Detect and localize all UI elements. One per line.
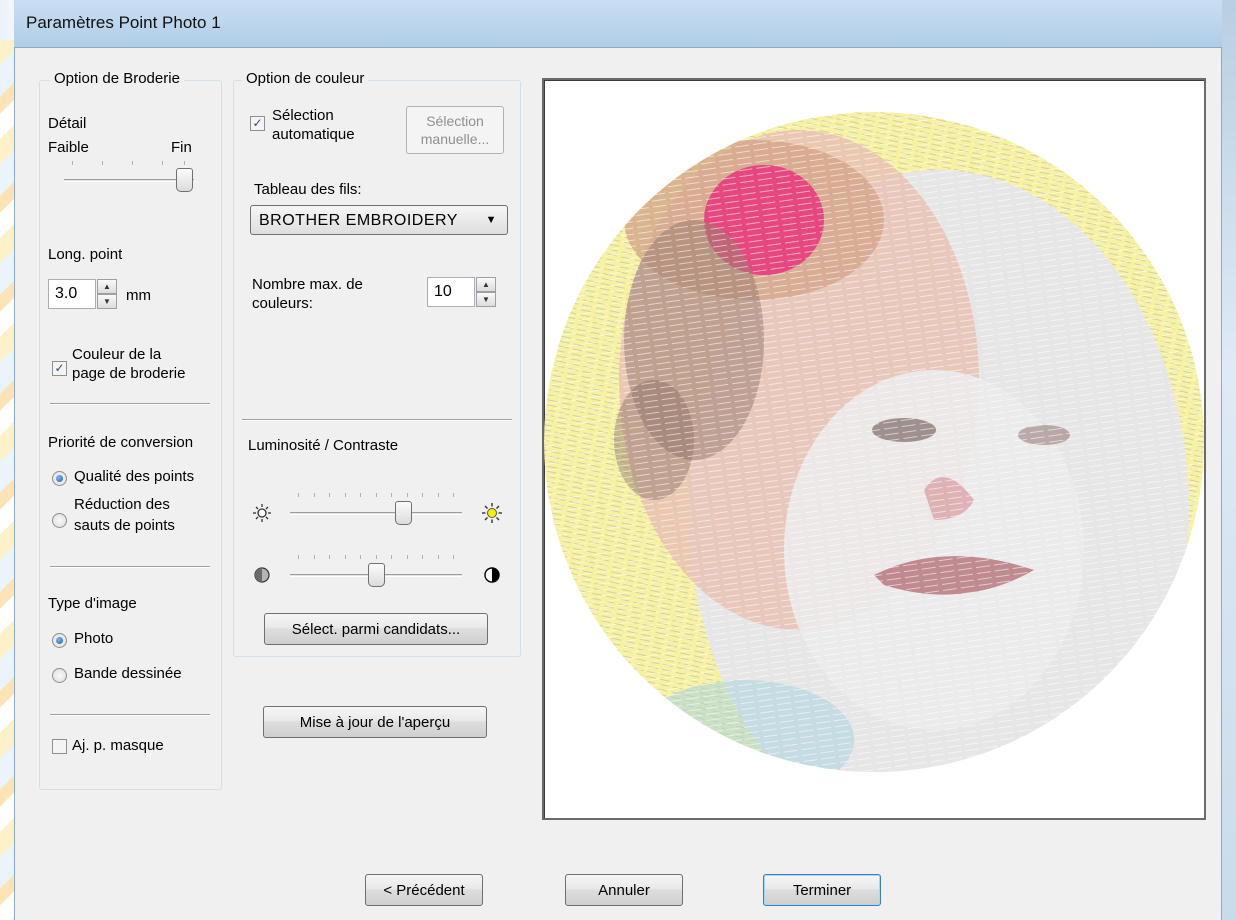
detail-slider-thumb[interactable] [176,168,193,192]
slider-tick [406,555,408,559]
slider-tick [313,493,315,497]
image-type-photo-radio[interactable] [52,633,67,648]
brightness-slider[interactable] [290,491,462,531]
slider-tick [391,493,392,497]
slider-tick [298,555,299,559]
manual-selection-line1: Sélection [426,113,484,129]
slider-tick [102,161,103,165]
previous-button[interactable]: < Précédent [365,874,483,906]
slider-tick [437,555,439,559]
priority-quality-radio[interactable] [52,471,67,486]
slider-tick [329,493,330,497]
detail-slider[interactable] [64,161,194,201]
add-mask-label: Aj. p. masque [72,737,164,754]
detail-high-label: Fin [171,139,192,156]
stitch-length-spinner[interactable]: ▲ ▼ [97,279,117,309]
detail-label: Détail [48,115,87,132]
slider-tick [132,161,133,165]
conversion-priority-label: Priorité de conversion [48,434,194,451]
background-decoration-left [0,40,14,920]
priority-jumps-label: Réduction des sauts de points [74,496,175,534]
checkmark-icon: ✓ [54,361,65,375]
page-color-label: Couleur de la page de broderie [72,346,186,382]
color-option-group: Option de couleur ✓ Sélection automatiqu… [233,70,521,657]
max-colors-input[interactable]: 10 [427,277,475,307]
slider-tick [184,161,185,165]
slider-tick [344,555,346,559]
contrast-high-icon [484,567,500,583]
photo-stitch-dialog: Option de Broderie Détail Faible Fin Lon… [14,48,1222,920]
stitch-length-input[interactable]: 3.0 [48,279,96,309]
slider-tick [162,161,163,165]
spin-down-icon[interactable]: ▼ [97,294,117,309]
slider-tick [313,555,315,559]
update-preview-button[interactable]: Mise à jour de l'aperçu [263,706,487,738]
image-type-photo-label: Photo [74,630,114,647]
page-color-checkbox[interactable]: ✓ [52,361,67,376]
background-decoration-right [1222,0,1236,920]
add-mask-checkbox[interactable] [52,739,67,754]
thread-table-value: BROTHER EMBROIDERY [259,212,458,229]
preview-pane [542,78,1206,820]
max-colors-label: Nombre max. de couleurs: [252,276,363,312]
slider-tick [375,555,377,559]
brightness-slider-thumb[interactable] [395,501,412,525]
slider-tick [422,555,423,559]
chevron-down-icon: ▼ [485,214,497,226]
checkmark-icon: ✓ [252,116,263,130]
brightness-low-icon [252,503,272,523]
detail-low-label: Faible [48,139,89,156]
stitch-length-unit: mm [126,287,151,304]
manual-selection-button[interactable]: Sélection manuelle... [406,106,504,154]
cancel-button[interactable]: Annuler [565,874,683,906]
slider-tick [437,493,439,497]
priority-quality-label: Qualité des points [74,468,195,485]
stitch-length-label: Long. point [48,246,123,263]
contrast-low-icon [254,567,270,583]
slider-tick [422,493,423,497]
slider-tick [453,493,454,497]
image-type-comic-radio[interactable] [52,668,67,683]
slider-track [290,512,462,515]
brightness-contrast-label: Luminosité / Contraste [248,437,399,454]
slider-track [64,179,194,182]
slider-tick [360,493,361,497]
separator [242,419,512,421]
slider-tick [344,493,346,497]
separator [50,714,210,716]
window-title: Paramètres Point Photo 1 [26,13,221,32]
contrast-slider[interactable] [290,553,462,593]
slider-tick [375,493,377,497]
thread-table-label: Tableau des fils: [254,181,362,198]
slider-tick [329,555,330,559]
slider-tick [360,555,361,559]
brightness-high-icon [482,503,502,523]
separator [50,403,210,405]
title-bar[interactable]: Paramètres Point Photo 1 [14,0,1222,48]
embroidery-option-group: Option de Broderie Détail Faible Fin Lon… [39,70,222,790]
slider-tick [406,493,408,497]
spin-up-icon[interactable]: ▲ [476,277,496,292]
slider-tick [453,555,454,559]
auto-selection-checkbox[interactable]: ✓ [250,116,265,131]
auto-selection-label: Sélection automatique [272,107,355,143]
contrast-slider-thumb[interactable] [368,563,385,587]
priority-jumps-radio[interactable] [52,513,67,528]
separator [50,566,210,568]
embroidery-preview-image [544,112,1204,772]
slider-tick [391,555,392,559]
slider-tick [298,493,299,497]
manual-selection-line2: manuelle... [420,131,490,147]
embroidery-option-label: Option de Broderie [50,70,184,87]
color-option-label: Option de couleur [242,70,369,87]
thread-table-select[interactable]: BROTHER EMBROIDERY ▼ [250,205,508,235]
image-type-label: Type d'image [48,595,137,612]
finish-button[interactable]: Terminer [763,874,881,906]
select-candidates-button[interactable]: Sélect. parmi candidats... [264,613,488,645]
spin-up-icon[interactable]: ▲ [97,279,117,294]
max-colors-spinner[interactable]: ▲ ▼ [476,277,496,307]
spin-down-icon[interactable]: ▼ [476,292,496,307]
slider-tick [72,161,73,165]
image-type-comic-label: Bande dessinée [74,665,182,682]
